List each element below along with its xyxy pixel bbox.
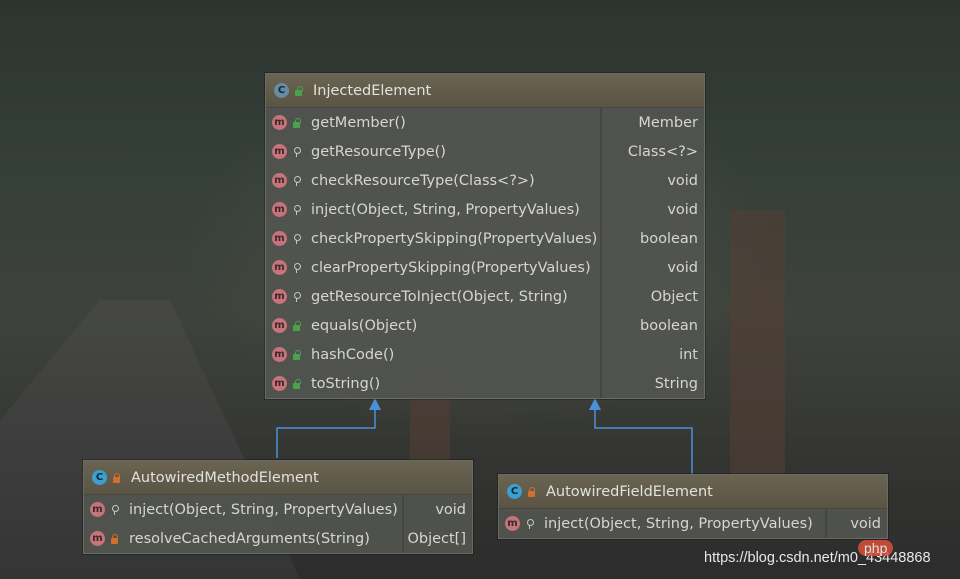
method-icon: m xyxy=(505,516,520,531)
private-lock-icon xyxy=(110,533,119,544)
method-row[interactable]: m inject(Object, String, PropertyValues) xyxy=(499,509,825,538)
package-visibility-icon xyxy=(292,204,301,215)
method-signature: toString() xyxy=(311,375,381,392)
package-visibility-icon xyxy=(292,175,301,186)
method-row[interactable]: m checkPropertySkipping(PropertyValues) xyxy=(266,224,600,253)
return-types: void xyxy=(825,509,887,538)
method-row[interactable]: m hashCode() xyxy=(266,340,600,369)
method-row[interactable]: m getResourceType() xyxy=(266,137,600,166)
class-name: AutowiredMethodElement xyxy=(131,469,319,486)
method-signature: resolveCachedArguments(String) xyxy=(129,530,370,547)
package-visibility-icon xyxy=(292,233,301,244)
method-signature: hashCode() xyxy=(311,346,395,363)
method-row[interactable]: m inject(Object, String, PropertyValues) xyxy=(84,495,402,524)
return-type: void xyxy=(435,501,466,518)
method-signature: inject(Object, String, PropertyValues) xyxy=(311,201,580,218)
method-row[interactable]: m toString() xyxy=(266,369,600,398)
method-signature: checkPropertySkipping(PropertyValues) xyxy=(311,230,598,247)
return-type: int xyxy=(679,346,698,363)
package-visibility-icon xyxy=(525,518,534,529)
method-icon: m xyxy=(272,173,287,188)
method-signatures: m inject(Object, String, PropertyValues) m… xyxy=(84,495,402,553)
field-element-edge xyxy=(594,408,693,474)
method-element-edge xyxy=(276,408,376,458)
method-row[interactable]: m inject(Object, String, PropertyValues) xyxy=(266,195,600,224)
public-lock-icon xyxy=(292,320,301,331)
method-signatures: m getMember() m getResourceType() m checkReso… xyxy=(266,108,600,398)
method-row[interactable]: m checkResourceType(Class<?>) xyxy=(266,166,600,195)
method-row[interactable]: m getResourceToInject(Object, String) xyxy=(266,282,600,311)
php-logo: php xyxy=(858,540,894,556)
private-lock-icon xyxy=(112,472,121,483)
class-name: InjectedElement xyxy=(313,82,432,99)
return-type: Object xyxy=(650,288,698,305)
method-icon: m xyxy=(272,231,287,246)
method-icon: m xyxy=(272,202,287,217)
class-icon: C xyxy=(92,470,107,485)
return-type: boolean xyxy=(640,317,698,334)
method-signature: getResourceType() xyxy=(311,143,446,160)
method-row[interactable]: m equals(Object) xyxy=(266,311,600,340)
method-icon: m xyxy=(272,318,287,333)
watermark-url: https://blog.csdn.net/m0_43448868 xyxy=(704,550,931,566)
method-signature: clearPropertySkipping(PropertyValues) xyxy=(311,259,591,276)
class-header: C InjectedElement xyxy=(266,74,704,108)
class-autowired-field-element[interactable]: C AutowiredFieldElement m inject(Object, … xyxy=(498,474,888,539)
method-icon: m xyxy=(272,115,287,130)
private-lock-icon xyxy=(527,486,536,497)
method-icon: m xyxy=(272,289,287,304)
method-signature: checkResourceType(Class<?>) xyxy=(311,172,535,189)
class-icon: C xyxy=(507,484,522,499)
class-autowired-method-element[interactable]: C AutowiredMethodElement m inject(Object,… xyxy=(83,460,473,554)
return-type: String xyxy=(654,375,698,392)
package-visibility-icon xyxy=(292,291,301,302)
return-type: Member xyxy=(638,114,698,131)
method-icon: m xyxy=(90,531,105,546)
method-signatures: m inject(Object, String, PropertyValues) xyxy=(499,509,825,538)
inheritance-arrowhead xyxy=(589,398,601,410)
return-types: Member Class<?> void void boolean void Object b… xyxy=(600,108,704,398)
method-signature: getMember() xyxy=(311,114,406,131)
class-header: C AutowiredMethodElement xyxy=(84,461,472,495)
method-icon: m xyxy=(272,347,287,362)
return-type: boolean xyxy=(640,230,698,247)
method-signature: equals(Object) xyxy=(311,317,418,334)
return-type: void xyxy=(667,172,698,189)
return-type: void xyxy=(850,515,881,532)
package-visibility-icon xyxy=(292,262,301,273)
return-type: void xyxy=(667,259,698,276)
return-types: void Object[] xyxy=(402,495,472,553)
return-type: Class<?> xyxy=(627,143,698,160)
public-lock-icon xyxy=(292,117,301,128)
abstract-class-icon: C xyxy=(274,83,289,98)
method-row[interactable]: m clearPropertySkipping(PropertyValues) xyxy=(266,253,600,282)
inheritance-arrowhead xyxy=(369,398,381,410)
method-signature: getResourceToInject(Object, String) xyxy=(311,288,568,305)
class-name: AutowiredFieldElement xyxy=(546,483,713,500)
class-injected-element[interactable]: C InjectedElement m getMember() m getResour… xyxy=(265,73,705,399)
package-visibility-icon xyxy=(292,146,301,157)
package-visibility-icon xyxy=(110,504,119,515)
class-header: C AutowiredFieldElement xyxy=(499,475,887,509)
public-lock-icon xyxy=(294,85,303,96)
return-type: Object[] xyxy=(407,530,466,547)
method-icon: m xyxy=(272,376,287,391)
method-signature: inject(Object, String, PropertyValues) xyxy=(544,515,813,532)
method-signature: inject(Object, String, PropertyValues) xyxy=(129,501,398,518)
method-icon: m xyxy=(90,502,105,517)
public-lock-icon xyxy=(292,349,301,360)
method-row[interactable]: m resolveCachedArguments(String) xyxy=(84,524,402,553)
method-row[interactable]: m getMember() xyxy=(266,108,600,137)
method-icon: m xyxy=(272,260,287,275)
public-lock-icon xyxy=(292,378,301,389)
return-type: void xyxy=(667,201,698,218)
method-icon: m xyxy=(272,144,287,159)
